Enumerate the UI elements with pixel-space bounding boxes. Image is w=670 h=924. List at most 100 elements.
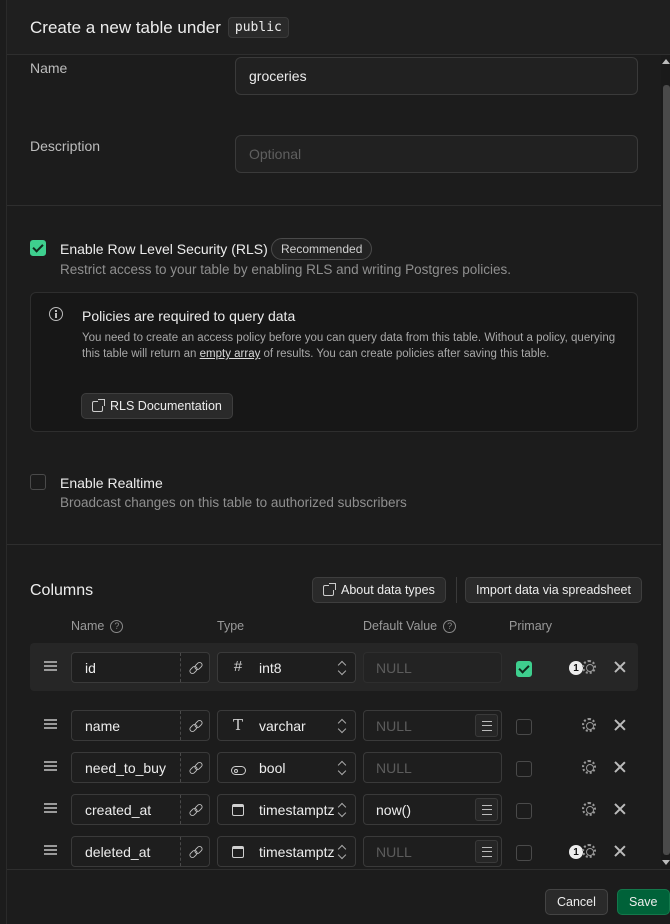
foreign-key-button[interactable] bbox=[180, 795, 209, 824]
foreign-key-button[interactable] bbox=[180, 837, 209, 866]
calendar-icon bbox=[230, 803, 246, 820]
primary-checkbox[interactable] bbox=[516, 761, 532, 777]
foreign-key-button[interactable] bbox=[180, 711, 209, 740]
description-label: Description bbox=[30, 138, 101, 154]
cancel-button[interactable]: Cancel bbox=[545, 889, 608, 915]
divider bbox=[7, 544, 661, 545]
gear-icon[interactable] bbox=[582, 844, 596, 858]
gear-icon[interactable] bbox=[582, 660, 596, 674]
column-type-value: bool bbox=[259, 760, 286, 776]
default-value-input[interactable]: NULL bbox=[363, 710, 502, 741]
empty-array-link[interactable]: empty array bbox=[200, 348, 261, 360]
primary-checkbox[interactable] bbox=[516, 845, 532, 861]
table-row: id # int8 NULL 1 bbox=[30, 643, 638, 691]
column-name-value: deleted_at bbox=[85, 844, 151, 860]
schema-badge: public bbox=[227, 17, 289, 38]
description-input[interactable] bbox=[235, 135, 638, 173]
callout-text-2: of results. You can create policies afte… bbox=[260, 348, 550, 360]
table-name-input[interactable] bbox=[235, 57, 638, 95]
column-name-input[interactable]: name bbox=[71, 710, 210, 741]
panel-header: Create a new table under public bbox=[7, 0, 670, 55]
rls-title: Enable Row Level Security (RLS) bbox=[60, 241, 268, 257]
list-icon[interactable] bbox=[475, 714, 498, 737]
scrollbar[interactable] bbox=[661, 55, 670, 869]
primary-checkbox[interactable] bbox=[516, 803, 532, 819]
panel-body[interactable]: Name Description Enable Row Level Securi… bbox=[7, 55, 670, 869]
column-header-name: Name ? bbox=[71, 619, 124, 633]
foreign-key-button[interactable] bbox=[180, 653, 209, 682]
column-header-type-label: Type bbox=[217, 619, 245, 633]
gear-icon[interactable] bbox=[582, 802, 596, 816]
column-type-value: varchar bbox=[259, 718, 306, 734]
column-header-default-label: Default Value bbox=[363, 619, 438, 633]
callout-body: You need to create an access policy befo… bbox=[82, 330, 622, 362]
close-icon[interactable] bbox=[613, 660, 627, 674]
import-spreadsheet-button[interactable]: Import data via spreadsheet bbox=[465, 577, 642, 603]
link-icon bbox=[190, 762, 201, 773]
column-type-value: int8 bbox=[259, 660, 282, 676]
scroll-up-icon[interactable] bbox=[662, 59, 670, 64]
primary-checkbox[interactable] bbox=[516, 719, 532, 735]
drag-handle-icon[interactable] bbox=[44, 719, 57, 729]
default-value: now() bbox=[376, 802, 412, 818]
column-type-select[interactable]: timestamptz bbox=[217, 794, 356, 825]
realtime-checkbox[interactable] bbox=[30, 474, 46, 490]
external-link-icon bbox=[92, 398, 105, 412]
callout-title: Policies are required to query data bbox=[82, 308, 296, 324]
calendar-icon bbox=[230, 845, 246, 862]
close-icon[interactable] bbox=[613, 718, 627, 732]
toolbar-separator bbox=[456, 577, 457, 603]
policies-callout: Policies are required to query data You … bbox=[30, 292, 638, 432]
realtime-title: Enable Realtime bbox=[60, 475, 163, 491]
default-value-input[interactable]: NULL bbox=[363, 836, 502, 867]
link-icon bbox=[190, 846, 201, 857]
rls-checkbox[interactable] bbox=[30, 240, 46, 256]
table-row: need_to_buy bool NULL bbox=[30, 743, 638, 791]
toggle-icon bbox=[230, 762, 246, 779]
default-value-input[interactable]: NULL bbox=[363, 752, 502, 783]
info-icon bbox=[49, 307, 63, 321]
rls-documentation-button[interactable]: RLS Documentation bbox=[81, 393, 233, 419]
column-type-value: timestamptz bbox=[259, 802, 335, 818]
drag-handle-icon[interactable] bbox=[44, 803, 57, 813]
gear-icon[interactable] bbox=[582, 718, 596, 732]
default-value-input[interactable]: NULL bbox=[363, 652, 502, 683]
scroll-down-icon[interactable] bbox=[662, 860, 670, 865]
default-value-input[interactable]: now() bbox=[363, 794, 502, 825]
list-icon[interactable] bbox=[475, 798, 498, 821]
chevron-updown-icon bbox=[338, 661, 346, 675]
help-icon[interactable]: ? bbox=[110, 619, 124, 633]
default-value: NULL bbox=[376, 718, 412, 734]
about-data-types-button[interactable]: About data types bbox=[312, 577, 446, 603]
close-icon[interactable] bbox=[613, 760, 627, 774]
scrollbar-thumb[interactable] bbox=[663, 85, 670, 855]
primary-checkbox[interactable] bbox=[516, 661, 532, 677]
table-row: deleted_at timestamptz NULL 1 bbox=[30, 827, 638, 869]
column-type-select[interactable]: # int8 bbox=[217, 652, 356, 683]
column-name-input[interactable]: id bbox=[71, 652, 210, 683]
column-name-input[interactable]: created_at bbox=[71, 794, 210, 825]
hash-icon: # bbox=[233, 658, 243, 675]
help-icon[interactable]: ? bbox=[443, 619, 457, 633]
close-icon[interactable] bbox=[613, 844, 627, 858]
column-name-value: need_to_buy bbox=[85, 760, 166, 776]
column-type-select[interactable]: timestamptz bbox=[217, 836, 356, 867]
column-header-primary: Primary bbox=[509, 619, 552, 633]
gear-icon[interactable] bbox=[582, 760, 596, 774]
column-type-select[interactable]: T varchar bbox=[217, 710, 356, 741]
column-name-input[interactable]: need_to_buy bbox=[71, 752, 210, 783]
column-header-primary-label: Primary bbox=[509, 619, 553, 633]
panel-title: Create a new table under public bbox=[30, 17, 289, 38]
save-button[interactable]: Save bbox=[617, 889, 670, 915]
column-type-select[interactable]: bool bbox=[217, 752, 356, 783]
column-name-input[interactable]: deleted_at bbox=[71, 836, 210, 867]
chevron-updown-icon bbox=[338, 719, 346, 733]
foreign-key-button[interactable] bbox=[180, 753, 209, 782]
column-name-value: created_at bbox=[85, 802, 152, 818]
close-icon[interactable] bbox=[613, 802, 627, 816]
drag-handle-icon[interactable] bbox=[44, 661, 57, 671]
about-data-types-label: About data types bbox=[341, 583, 435, 597]
drag-handle-icon[interactable] bbox=[44, 761, 57, 771]
list-icon[interactable] bbox=[475, 840, 498, 863]
drag-handle-icon[interactable] bbox=[44, 845, 57, 855]
